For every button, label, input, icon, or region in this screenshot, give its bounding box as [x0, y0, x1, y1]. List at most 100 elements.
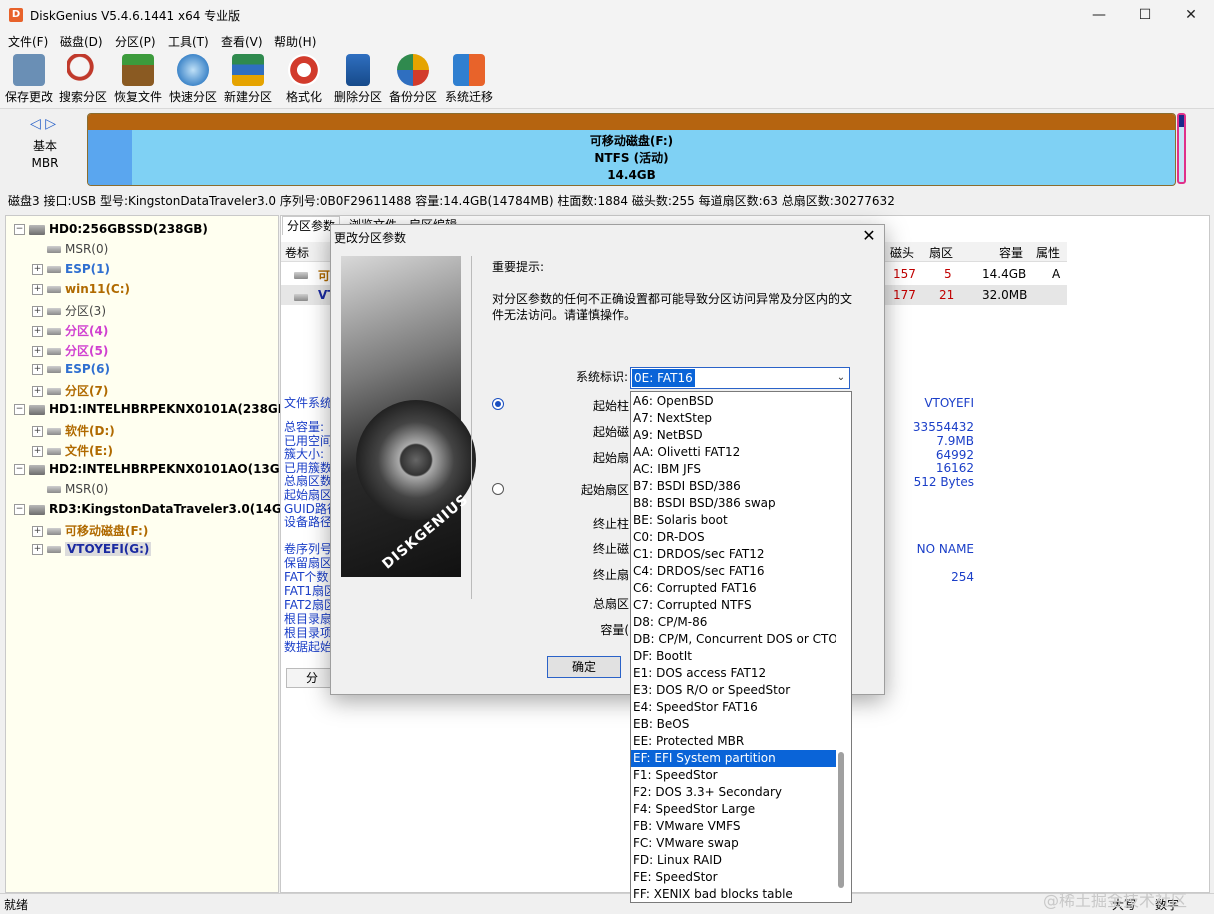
dropdown-option[interactable]: C6: Corrupted FAT16: [631, 580, 836, 597]
dropdown-option[interactable]: AC: IBM JFS: [631, 461, 836, 478]
radio-chs-mode[interactable]: [492, 398, 504, 410]
new-partition-button[interactable]: 新建分区: [222, 52, 274, 104]
toolbar-label: 保存更改: [4, 90, 53, 104]
expand-icon[interactable]: +: [32, 446, 43, 457]
format-button[interactable]: 格式化: [281, 52, 327, 104]
menu-disk[interactable]: 磁盘(D): [60, 33, 103, 50]
tree-partition-node[interactable]: + 分区(3): [32, 302, 106, 319]
expand-icon[interactable]: +: [32, 544, 43, 555]
menu-file[interactable]: 文件(F): [8, 33, 48, 50]
dropdown-option[interactable]: C7: Corrupted NTFS: [631, 597, 836, 614]
backup-partition-button[interactable]: 备份分区: [387, 52, 439, 104]
close-button[interactable]: ✕: [1168, 0, 1214, 30]
info-label: 设备路径: [284, 515, 333, 530]
dropdown-option[interactable]: FF: XENIX bad blocks table: [631, 886, 836, 903]
dropdown-option[interactable]: C4: DRDOS/sec FAT16: [631, 563, 836, 580]
partition-icon: [47, 486, 61, 493]
menu-tools[interactable]: 工具(T): [168, 33, 209, 50]
tree-partition-node[interactable]: MSR(0): [32, 482, 108, 496]
system-id-value[interactable]: 0E: FAT16: [632, 369, 695, 387]
info-label: 保留扇区: [284, 556, 333, 570]
disk-kind-line2: MBR: [31, 156, 59, 170]
tree-partition-node[interactable]: + ESP(6): [32, 362, 110, 376]
dropdown-option[interactable]: FE: SpeedStor: [631, 869, 836, 886]
ok-button[interactable]: 确定: [547, 656, 621, 678]
tree-partition-node[interactable]: + 分区(4): [32, 322, 108, 339]
tree-partition-node[interactable]: + win11(C:): [32, 282, 130, 296]
quick-partition-button[interactable]: 快速分区: [168, 52, 218, 104]
tree-partition-node[interactable]: + VTOYEFI(G:): [32, 542, 152, 556]
tree-node-label: MSR(0): [65, 482, 109, 496]
expand-icon[interactable]: +: [32, 386, 43, 397]
dropdown-option[interactable]: EB: BeOS: [631, 716, 836, 733]
minimize-button[interactable]: —: [1076, 0, 1122, 30]
partition-bar-f[interactable]: 可移动磁盘(F:) NTFS (活动) 14.4GB: [87, 113, 1176, 186]
dropdown-option[interactable]: F2: DOS 3.3+ Secondary: [631, 784, 836, 801]
dropdown-option[interactable]: B7: BSDI BSD/386: [631, 478, 836, 495]
dropdown-option[interactable]: FD: Linux RAID: [631, 852, 836, 869]
maximize-button[interactable]: ☐: [1122, 0, 1168, 30]
dropdown-option[interactable]: EE: Protected MBR: [631, 733, 836, 750]
tree-disk-node[interactable]: − RD3:KingstonDataTraveler3.0(14GB): [14, 502, 296, 516]
collapse-icon[interactable]: −: [14, 504, 25, 515]
delete-partition-button[interactable]: 删除分区: [332, 52, 384, 104]
disk-nav-arrows[interactable]: ◁ ▷: [30, 116, 56, 132]
expand-icon[interactable]: +: [32, 264, 43, 275]
expand-icon[interactable]: +: [32, 284, 43, 295]
dropdown-scrollbar[interactable]: [838, 752, 844, 888]
dropdown-option[interactable]: E1: DOS access FAT12: [631, 665, 836, 682]
row-sector: 5: [944, 267, 952, 281]
expand-icon[interactable]: +: [32, 306, 43, 317]
restore-files-button[interactable]: 恢复文件: [113, 52, 163, 104]
tree-partition-node[interactable]: + 分区(7): [32, 382, 108, 399]
tree-disk-node[interactable]: − HD2:INTELHBRPEKNX0101AO(13GB): [14, 462, 294, 476]
dropdown-option[interactable]: F4: SpeedStor Large: [631, 801, 836, 818]
dropdown-option[interactable]: E4: SpeedStor FAT16: [631, 699, 836, 716]
dropdown-option[interactable]: C0: DR-DOS: [631, 529, 836, 546]
dropdown-option[interactable]: DB: CP/M, Concurrent DOS or CTOS: [631, 631, 836, 648]
dropdown-option[interactable]: AA: Olivetti FAT12: [631, 444, 836, 461]
tree-node-label: ESP(6): [65, 362, 110, 376]
save-changes-button[interactable]: 保存更改: [4, 52, 54, 104]
tree-partition-node[interactable]: + ESP(1): [32, 262, 110, 276]
dropdown-option[interactable]: FC: VMware swap: [631, 835, 836, 852]
dropdown-option[interactable]: C1: DRDOS/sec FAT12: [631, 546, 836, 563]
dropdown-option[interactable]: EF: EFI System partition: [631, 750, 836, 767]
expand-icon[interactable]: +: [32, 346, 43, 357]
search-partition-button[interactable]: 搜索分区: [58, 52, 108, 104]
tree-disk-node[interactable]: − HD1:INTELHBRPEKNX0101A(238GB): [14, 402, 292, 416]
collapse-icon[interactable]: −: [14, 404, 25, 415]
chevron-down-icon[interactable]: ⌄: [833, 368, 849, 388]
menu-partition[interactable]: 分区(P): [115, 33, 156, 50]
dialog-close-icon[interactable]: ✕: [858, 226, 880, 245]
tree-partition-node[interactable]: + 可移动磁盘(F:): [32, 522, 148, 539]
dropdown-option[interactable]: DF: BootIt: [631, 648, 836, 665]
dropdown-option[interactable]: FB: VMware VMFS: [631, 818, 836, 835]
dropdown-option[interactable]: BE: Solaris boot: [631, 512, 836, 529]
expand-icon[interactable]: +: [32, 364, 43, 375]
dropdown-option[interactable]: E3: DOS R/O or SpeedStor: [631, 682, 836, 699]
expand-icon[interactable]: +: [32, 526, 43, 537]
partition-field-label: 容量(: [600, 623, 629, 637]
dropdown-option[interactable]: B8: BSDI BSD/386 swap: [631, 495, 836, 512]
system-migration-button[interactable]: 系统迁移: [443, 52, 495, 104]
tree-partition-node[interactable]: MSR(0): [32, 242, 108, 256]
menu-view[interactable]: 查看(V): [221, 33, 263, 50]
menu-help[interactable]: 帮助(H): [274, 33, 316, 50]
collapse-icon[interactable]: −: [14, 224, 25, 235]
expand-icon[interactable]: +: [32, 326, 43, 337]
collapse-icon[interactable]: −: [14, 464, 25, 475]
tree-partition-node[interactable]: + 分区(5): [32, 342, 108, 359]
dropdown-option[interactable]: A7: NextStep: [631, 410, 836, 427]
partition-icon: [47, 448, 61, 455]
dropdown-option[interactable]: A9: NetBSD: [631, 427, 836, 444]
row-attr: A: [1052, 267, 1061, 281]
tree-disk-node[interactable]: − HD0:256GBSSD(238GB): [14, 222, 208, 236]
radio-lba-mode[interactable]: [492, 483, 504, 495]
expand-icon[interactable]: +: [32, 426, 43, 437]
dropdown-option[interactable]: F1: SpeedStor: [631, 767, 836, 784]
dropdown-option[interactable]: A6: OpenBSD: [631, 393, 836, 410]
tree-partition-node[interactable]: + 软件(D:): [32, 422, 115, 439]
dropdown-option[interactable]: D8: CP/M-86: [631, 614, 836, 631]
tree-partition-node[interactable]: + 文件(E:): [32, 442, 113, 459]
